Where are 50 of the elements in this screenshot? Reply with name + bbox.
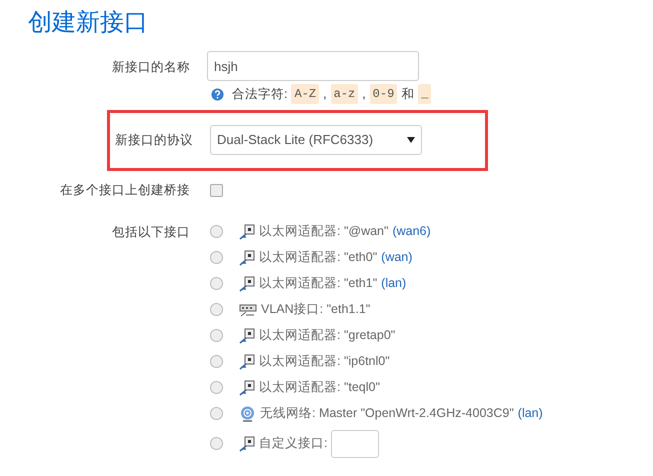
interface-label: 以太网适配器: "ip6tnl0" <box>259 353 390 370</box>
code-chip: 0-9 <box>370 84 398 104</box>
wireless-icon <box>239 406 256 422</box>
code-chip: a-z <box>330 84 358 104</box>
interface-label: 以太网适配器: "teql0" <box>259 379 380 396</box>
interface-label: 以太网适配器: "eth0" <box>259 249 378 266</box>
bridge-checkbox[interactable] <box>210 184 223 197</box>
interface-radio[interactable] <box>210 303 223 316</box>
interface-radio[interactable] <box>210 329 223 342</box>
interface-label: 无线网络: Master "OpenWrt-2.4GHz-4003C9" <box>260 405 514 422</box>
interface-radio[interactable] <box>210 355 223 368</box>
interface-radio[interactable] <box>210 225 223 238</box>
hint-text: 合法字符: <box>232 86 288 103</box>
interface-radio[interactable] <box>210 407 223 420</box>
network-adapter-icon <box>239 224 255 240</box>
network-adapter-icon <box>239 328 255 344</box>
field-label: 包括以下接口 <box>111 224 191 241</box>
protocol-select[interactable]: Dual-Stack Lite (RFC6333) <box>210 125 422 155</box>
interface-label: VLAN接口: "eth1.1" <box>261 301 370 318</box>
network-adapter-icon <box>239 380 255 396</box>
custom-interface-input[interactable] <box>331 430 380 458</box>
interface-radio[interactable] <box>210 277 223 290</box>
interface-radio[interactable] <box>210 437 223 450</box>
network-link[interactable]: (lan) <box>381 274 406 294</box>
network-adapter-icon <box>239 276 255 292</box>
interface-radio[interactable] <box>210 251 223 264</box>
code-chip: _ <box>418 84 432 104</box>
hint-text: 和 <box>401 86 414 103</box>
network-link[interactable]: (wan6) <box>392 222 431 242</box>
field-label: 在多个接口上创建桥接 <box>59 182 191 199</box>
hint-text: , <box>323 86 327 103</box>
network-adapter-icon <box>239 250 255 266</box>
page-title: 创建新接口 <box>28 8 149 38</box>
code-chip: A-Z <box>291 84 320 104</box>
help-icon <box>211 88 224 100</box>
interface-label: 以太网适配器: "gretap0" <box>259 327 396 344</box>
interface-radio[interactable] <box>210 381 223 394</box>
field-label: 新接口的名称 <box>111 59 191 76</box>
network-link[interactable]: (wan) <box>381 248 412 268</box>
network-link[interactable]: (lan) <box>518 404 543 424</box>
interface-label: 自定义接口: <box>259 435 328 452</box>
network-switch-icon <box>239 302 257 318</box>
network-adapter-icon <box>239 354 255 370</box>
hint-text: , <box>362 86 366 103</box>
caret-icon <box>407 137 415 143</box>
interface-label: 以太网适配器: "@wan" <box>259 223 388 240</box>
interface-label: 以太网适配器: "eth1" <box>259 275 378 292</box>
name-input[interactable]: hsjh <box>207 51 419 81</box>
network-adapter-icon <box>239 436 255 452</box>
field-label: 新接口的协议 <box>114 132 194 149</box>
